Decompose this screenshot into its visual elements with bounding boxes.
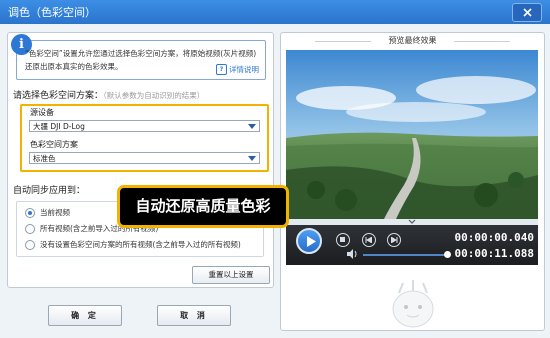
play-button[interactable] bbox=[296, 228, 322, 254]
volume-slider-knob[interactable] bbox=[444, 251, 451, 258]
player-controls: 00:00:00.040 00:00:11.088 bbox=[286, 225, 538, 265]
source-device-label: 源设备 bbox=[30, 108, 54, 117]
feature-callout: 自动还原高质量色彩 bbox=[117, 185, 289, 228]
info-box: i “色彩空间”设置允许您通过选择色彩空间方案，将原始视频(灰片视频)还原出原本… bbox=[11, 34, 266, 80]
help-link[interactable]: ? 详情说明 bbox=[216, 64, 259, 75]
color-space-group: 源设备 大疆 DJI D-Log 色彩空间方案 标准色 bbox=[20, 104, 269, 172]
chevron-down-icon bbox=[248, 156, 256, 161]
video-preview[interactable] bbox=[286, 50, 538, 219]
title-bar: 调色（色彩空间） bbox=[0, 0, 550, 24]
color-space-hint: （默认参数为自动识别的结果） bbox=[103, 91, 205, 100]
video-frame-image bbox=[286, 50, 538, 219]
scheme-value: 标准色 bbox=[33, 154, 56, 163]
settings-panel: i “色彩空间”设置允许您通过选择色彩空间方案，将原始视频(灰片视频)还原出原本… bbox=[7, 32, 274, 288]
color-space-section-label: 请选择色彩空间方案：（默认参数为自动识别的结果） bbox=[13, 88, 204, 101]
reset-button[interactable]: 重置以上设置 bbox=[192, 266, 270, 284]
mascot-image bbox=[392, 280, 434, 328]
prev-icon bbox=[365, 236, 372, 243]
close-icon bbox=[522, 8, 532, 17]
source-device-select[interactable]: 大疆 DJI D-Log bbox=[29, 120, 260, 132]
scheme-select[interactable]: 标准色 bbox=[29, 152, 260, 164]
sync-option-label: 没有设置色彩空间方案的所有视频(含之前导入过的所有视频) bbox=[40, 240, 241, 249]
radio-icon bbox=[25, 239, 35, 250]
radio-selected-icon bbox=[25, 207, 35, 218]
volume-slider[interactable] bbox=[363, 254, 447, 256]
ok-button[interactable]: 确 定 bbox=[48, 305, 122, 326]
radio-icon bbox=[25, 223, 35, 234]
chevron-down-icon bbox=[248, 124, 256, 129]
window-title: 调色（色彩空间） bbox=[8, 6, 96, 19]
play-icon bbox=[307, 236, 316, 247]
callout-text: 自动还原高质量色彩 bbox=[135, 197, 271, 215]
sync-option-unset[interactable]: 没有设置色彩空间方案的所有视频(含之前导入过的所有视频) bbox=[25, 239, 241, 250]
preview-title: 预览最终效果 bbox=[281, 35, 544, 46]
cancel-button[interactable]: 取 消 bbox=[157, 305, 231, 326]
volume-icon[interactable] bbox=[347, 249, 358, 259]
sync-option-label: 当前视频 bbox=[40, 208, 70, 217]
color-space-label: 请选择色彩空间方案： bbox=[13, 91, 104, 101]
next-icon bbox=[390, 236, 397, 243]
total-time: 00:00:11.088 bbox=[454, 247, 534, 260]
prev-frame-button[interactable] bbox=[362, 233, 376, 247]
source-device-value: 大疆 DJI D-Log bbox=[33, 122, 85, 131]
color-dialog: 调色（色彩空间） i “色彩空间”设置允许您通过选择色彩空间方案，将原始视频(灰… bbox=[0, 0, 550, 338]
close-button[interactable] bbox=[512, 3, 542, 22]
help-label: 详情说明 bbox=[229, 65, 259, 74]
current-time: 00:00:00.040 bbox=[454, 231, 534, 244]
sync-label: 自动同步应用到： bbox=[13, 186, 86, 196]
stop-icon bbox=[340, 237, 345, 242]
next-frame-button[interactable] bbox=[387, 233, 401, 247]
preview-panel: 预览最终效果 00:00:00.040 00:00:11.088 bbox=[280, 32, 545, 331]
sync-option-current[interactable]: 当前视频 bbox=[25, 207, 70, 218]
stop-button[interactable] bbox=[336, 233, 350, 247]
scheme-label: 色彩空间方案 bbox=[30, 140, 78, 149]
help-icon: ? bbox=[216, 64, 227, 75]
